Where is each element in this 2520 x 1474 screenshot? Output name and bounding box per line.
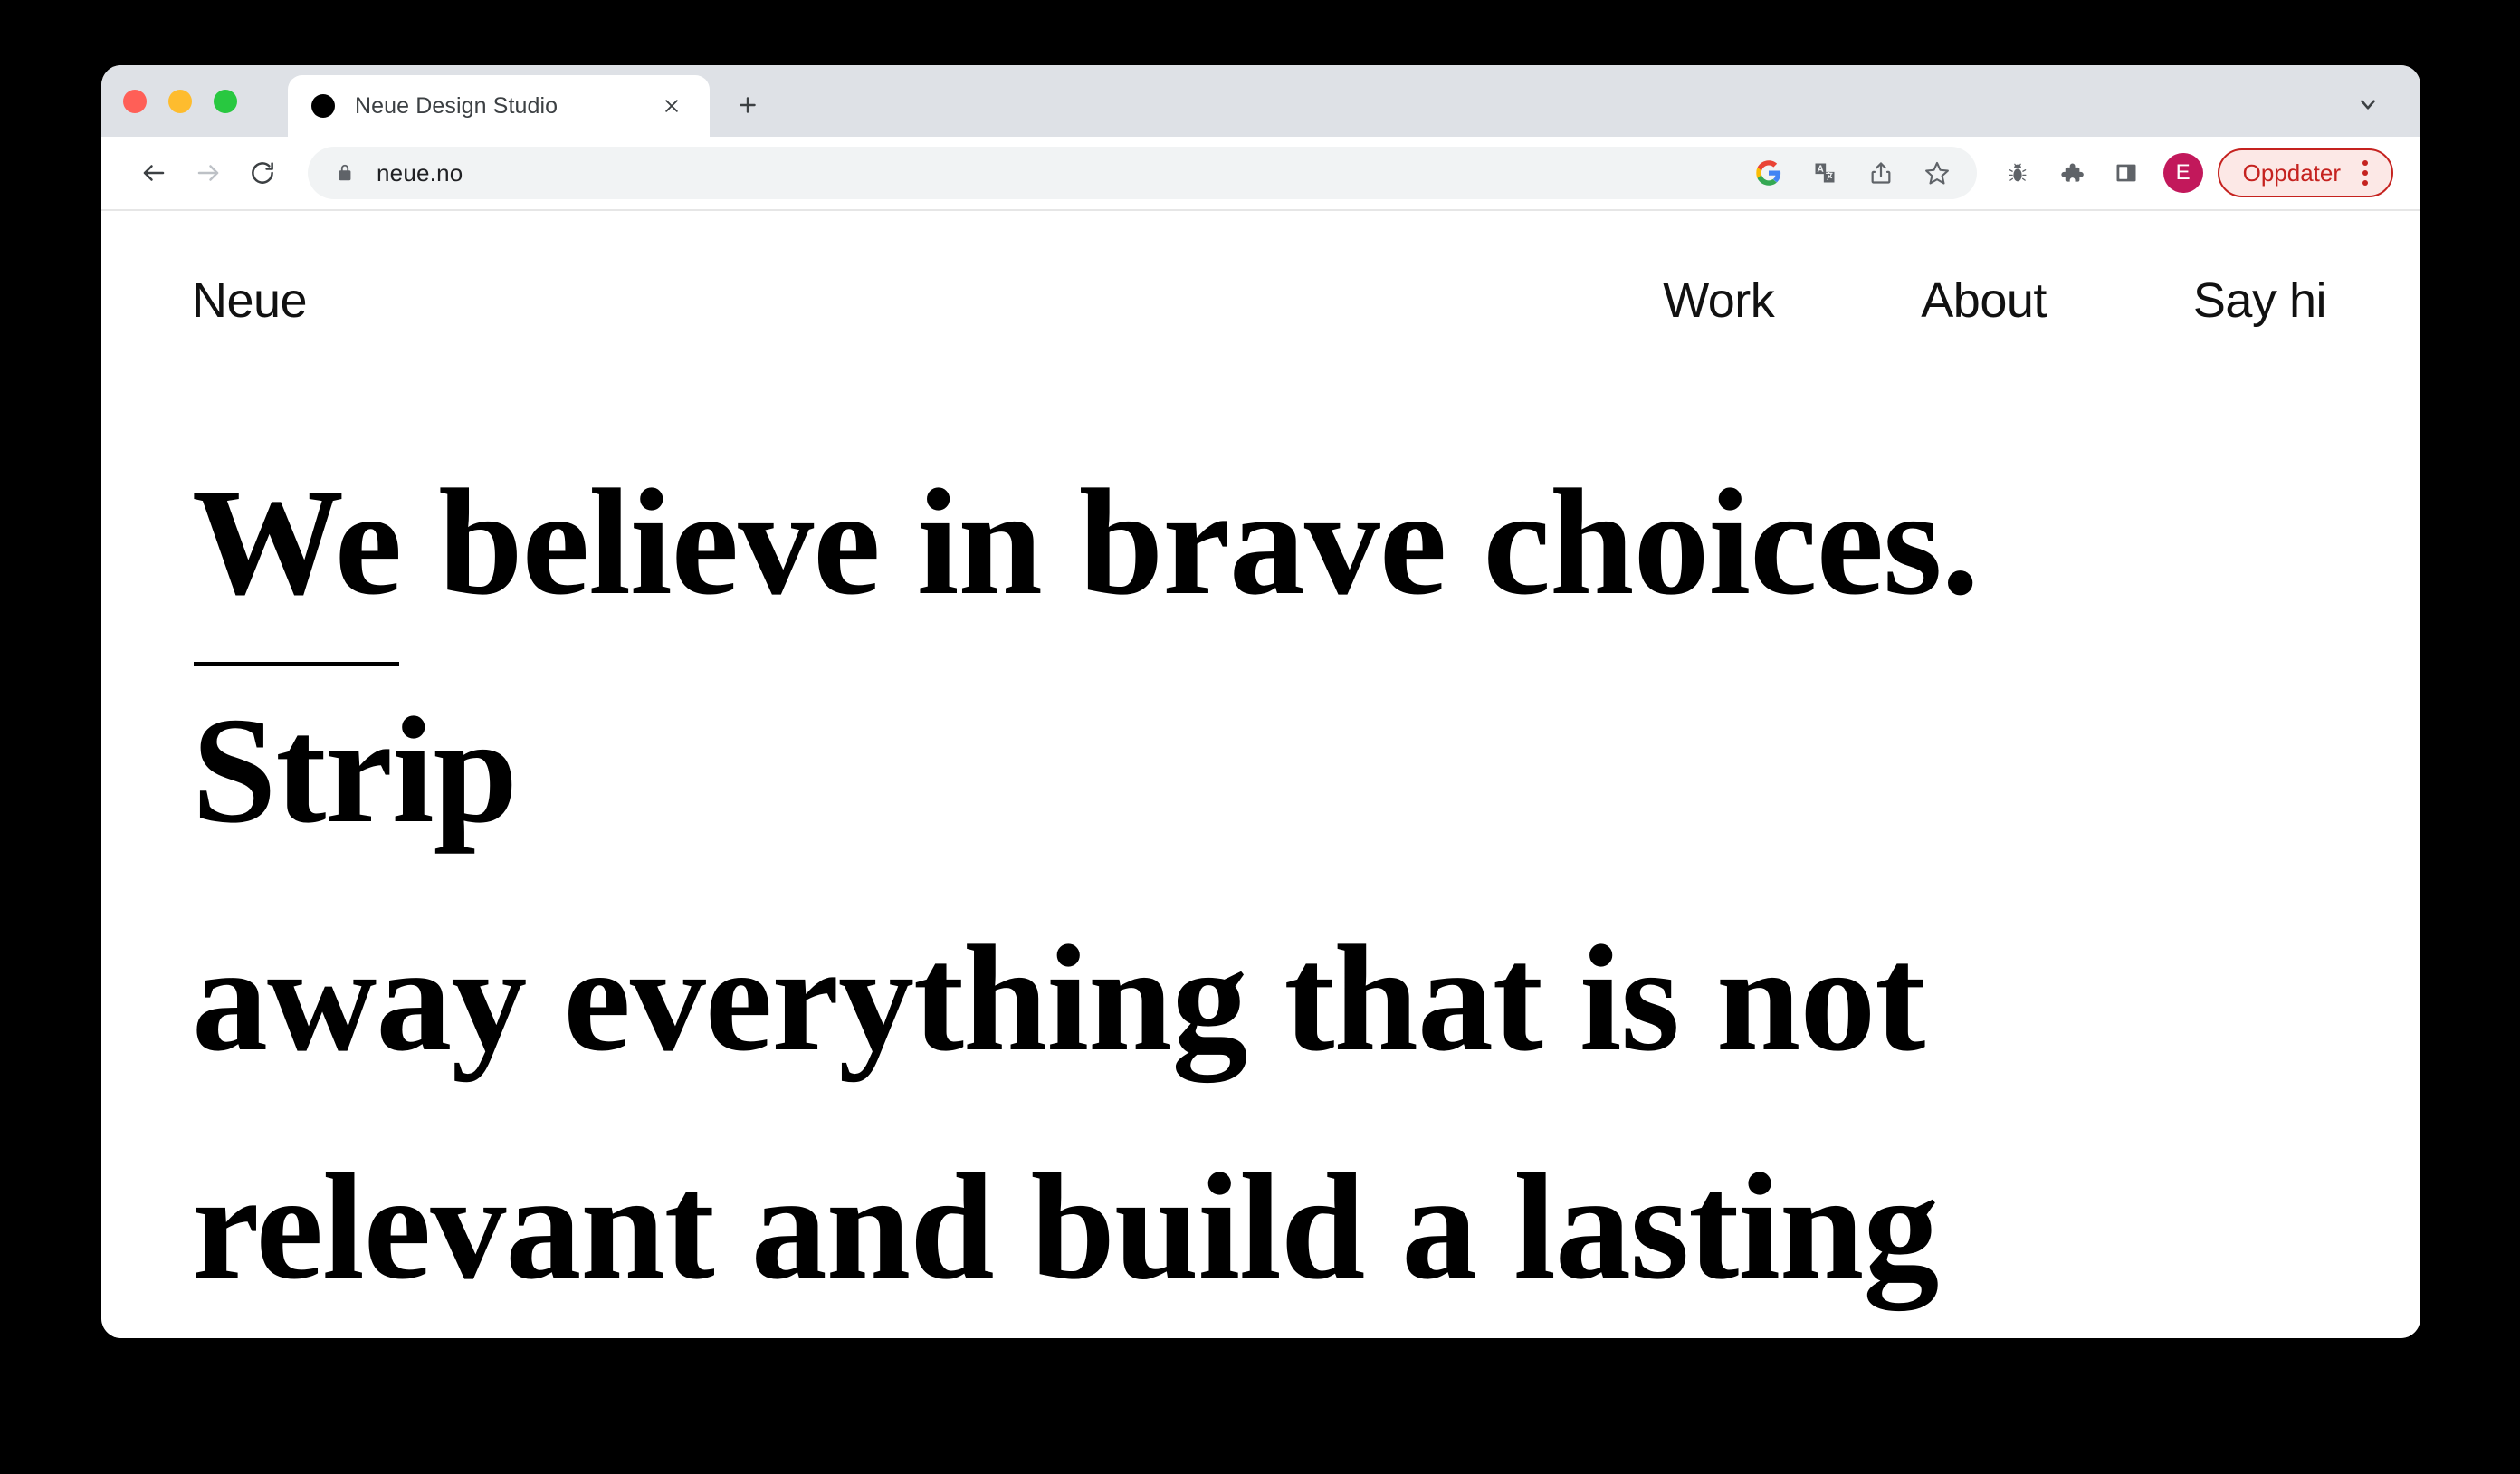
bookmark-star-icon[interactable] [1914, 149, 1961, 196]
extensions-puzzle-icon[interactable] [2048, 148, 2096, 197]
site-header: Neue Work About Say hi [101, 211, 2420, 329]
site-logo[interactable]: Neue [192, 273, 308, 329]
reload-icon[interactable] [235, 146, 290, 200]
tab-strip: Neue Design Studio [101, 65, 2420, 137]
translate-icon[interactable] [1801, 149, 1848, 196]
window-maximize-button[interactable] [214, 89, 237, 113]
bug-icon[interactable] [1993, 148, 2042, 197]
share-icon[interactable] [1857, 149, 1904, 196]
kebab-menu-icon[interactable] [2350, 153, 2381, 193]
nav-item-work[interactable]: Work [1663, 273, 1775, 329]
browser-window: Neue Design Studio neue.no E Oppdater Ne… [101, 65, 2420, 1338]
window-minimize-button[interactable] [168, 89, 192, 113]
toolbar-right-actions: E Oppdater [1993, 148, 2393, 197]
tab-favicon-icon [311, 94, 335, 118]
tab-search-chevron-down-icon[interactable] [2346, 82, 2390, 126]
address-bar[interactable]: neue.no [308, 147, 1977, 199]
tab-close-icon[interactable] [655, 90, 688, 122]
hero-section: We believe in brave choices. Strip away e… [101, 329, 2420, 1338]
site-navigation: Work About Say hi [1663, 273, 2326, 329]
address-bar-url: neue.no [377, 158, 463, 187]
omnibox-actions [1745, 149, 1970, 196]
window-close-button[interactable] [123, 89, 147, 113]
browser-tab[interactable]: Neue Design Studio [288, 75, 710, 137]
forward-arrow-icon[interactable] [181, 146, 235, 200]
headline-line2: away everything that is not [192, 914, 1925, 1083]
tab-title: Neue Design Studio [355, 92, 558, 119]
browser-toolbar: neue.no E Oppdater [101, 137, 2420, 211]
update-button-label: Oppdater [2242, 158, 2341, 187]
headline-line1-rest: believe in brave choices. Strip [192, 458, 1980, 855]
nav-item-about[interactable]: About [1921, 273, 2047, 329]
web-page-content: Neue Work About Say hi We believe in bra… [101, 211, 2420, 1338]
back-arrow-icon[interactable] [127, 146, 181, 200]
headline-link-we[interactable]: We [192, 458, 402, 627]
side-panel-icon[interactable] [2102, 148, 2151, 197]
new-tab-button[interactable] [724, 81, 771, 129]
profile-avatar[interactable]: E [2162, 153, 2203, 193]
google-search-icon[interactable] [1745, 149, 1792, 196]
hero-headline: We believe in brave choices. Strip away e… [192, 428, 2301, 1338]
headline-line3-pre: relevant and build a lasting [192, 1143, 1939, 1311]
nav-item-say-hi[interactable]: Say hi [2193, 273, 2327, 329]
update-button[interactable]: Oppdater [2217, 148, 2393, 197]
lock-icon [333, 161, 357, 185]
traffic-lights [123, 65, 237, 137]
